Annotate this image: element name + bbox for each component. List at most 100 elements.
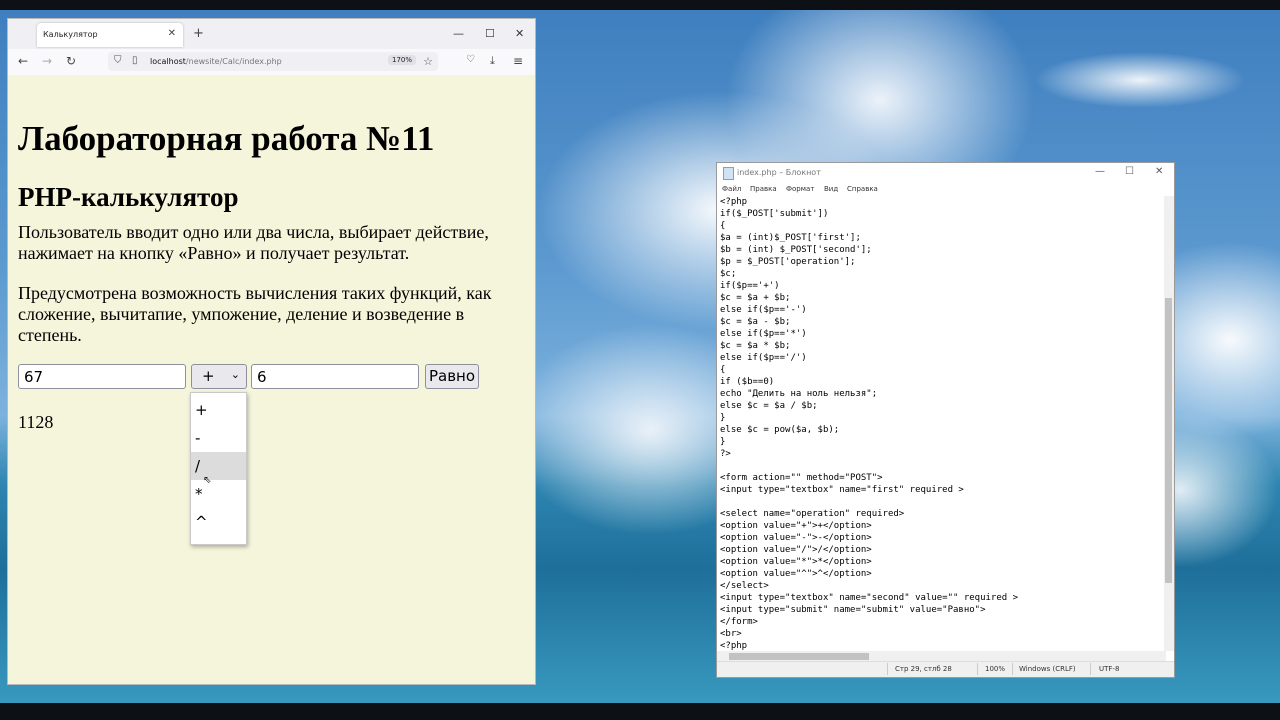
dropdown-option[interactable]: -: [191, 424, 246, 452]
code-line: $c = $a + $b;: [720, 293, 791, 303]
code-line: $p = $_POST['operation'];: [720, 257, 856, 267]
code-line: <option value="+">+</option>: [720, 521, 872, 531]
forward-arrow-icon[interactable]: →: [42, 54, 52, 68]
bookmark-star-icon[interactable]: ☆: [423, 55, 433, 68]
equals-button[interactable]: Равно: [425, 364, 479, 389]
code-line: </select>: [720, 581, 769, 591]
tab-close-icon[interactable]: ✕: [168, 28, 176, 39]
notepad-maximize-button[interactable]: ☐: [1125, 166, 1134, 177]
tab-title: Калькулятор: [43, 30, 98, 39]
code-line: if ($b==0): [720, 377, 775, 387]
page-subtitle: PHP-калькулятор: [18, 182, 239, 212]
navigation-bar: ← → ↻ ⛉ ▯ localhost/newsite/Calc/index.p…: [8, 49, 535, 76]
code-line: <br>: [720, 629, 742, 639]
code-line: }: [720, 413, 726, 423]
url-text: localhost/newsite/Calc/index.php: [150, 57, 282, 66]
code-line: </form>: [720, 617, 758, 627]
screen-top-bar: [0, 0, 1280, 10]
notepad-app-icon: [723, 167, 734, 180]
code-line: <option value="/">/</option>: [720, 545, 872, 555]
code-line: $c = $a * $b;: [720, 341, 791, 351]
notepad-window: index.php – Блокнот — ☐ ✕ Файл Правка Фо…: [716, 162, 1175, 678]
new-tab-button[interactable]: +: [193, 26, 204, 41]
url-host: localhost: [150, 57, 186, 66]
menu-file[interactable]: Файл: [722, 185, 741, 193]
notepad-minimize-button[interactable]: —: [1095, 166, 1105, 177]
dropdown-option[interactable]: /: [191, 452, 246, 480]
operation-select[interactable]: + ⌄: [191, 364, 247, 389]
browser-tab[interactable]: Калькулятор ✕: [37, 23, 183, 47]
back-arrow-icon[interactable]: ←: [18, 54, 28, 68]
zoom-level-badge[interactable]: 170%: [387, 55, 416, 65]
status-encoding: UTF-8: [1099, 665, 1120, 673]
status-separator: [977, 663, 978, 675]
vertical-scroll-thumb[interactable]: [1165, 298, 1172, 583]
code-line: $c = $a - $b;: [720, 317, 791, 327]
notepad-close-button[interactable]: ✕: [1155, 166, 1163, 177]
horizontal-scroll-thumb[interactable]: [729, 653, 869, 660]
code-line: ?>: [720, 449, 731, 459]
dropdown-option[interactable]: +: [191, 396, 246, 424]
code-line: else if($p=='/'): [720, 353, 807, 363]
code-line: <option value="*">*</option>: [720, 557, 872, 567]
status-separator: [1090, 663, 1091, 675]
description-paragraph-2: Предусмотрена возможность вычисления так…: [18, 283, 492, 345]
horizontal-scrollbar[interactable]: [717, 651, 1166, 661]
code-line: <?php: [720, 641, 748, 651]
code-line: <option value="-">-</option>: [720, 533, 872, 543]
reload-icon[interactable]: ↻: [66, 54, 76, 68]
code-line: <input type="textbox" name="first" requi…: [720, 485, 964, 495]
notepad-title-bar: index.php – Блокнот — ☐ ✕: [717, 163, 1174, 183]
address-bar[interactable]: ⛉ ▯ localhost/newsite/Calc/index.php 170…: [108, 52, 438, 71]
maximize-button[interactable]: ☐: [485, 27, 495, 40]
code-line: {: [720, 365, 726, 375]
notepad-title: index.php – Блокнот: [737, 168, 821, 177]
notepad-text-area[interactable]: <?php if($_POST['submit']) { $a = (int)$_PO…: [720, 196, 1160, 651]
chevron-down-icon: ⌄: [230, 368, 240, 381]
browser-window: Калькулятор ✕ + — ☐ ✕ ← → ↻ ⛉ ▯ localhos…: [7, 18, 536, 685]
code-line: if($_POST['submit']): [720, 209, 829, 219]
minimize-button[interactable]: —: [453, 27, 464, 40]
code-line: $a = (int)$_POST['first'];: [720, 233, 861, 243]
operation-dropdown-list: + - / * ^ ⇖: [190, 392, 247, 545]
menu-edit[interactable]: Правка: [750, 185, 777, 193]
pocket-icon[interactable]: ♡: [466, 54, 475, 65]
code-line: {: [720, 221, 726, 231]
vertical-scrollbar[interactable]: [1164, 196, 1174, 651]
status-line-endings: Windows (CRLF): [1019, 665, 1076, 673]
page-content: Лабораторная работа №11 PHP-калькулятор …: [8, 75, 535, 684]
code-line: echo "Делить на ноль нельзя";: [720, 389, 878, 399]
code-line: <?php: [720, 197, 748, 207]
dropdown-options: + - / * ^: [191, 393, 246, 536]
code-line: if($p=='+'): [720, 281, 780, 291]
calculation-result: 1128: [18, 412, 54, 432]
notepad-menu-bar: Файл Правка Формат Вид Справка: [717, 183, 1174, 196]
code-line: <form action="" method="POST">: [720, 473, 883, 483]
menu-format[interactable]: Формат: [786, 185, 814, 193]
menu-help[interactable]: Справка: [847, 185, 878, 193]
page-title: Лабораторная работа №11: [18, 119, 435, 158]
notepad-status-bar: Стр 29, стлб 28 100% Windows (CRLF) UTF-…: [717, 661, 1174, 677]
menu-icon[interactable]: ≡: [513, 54, 523, 68]
downloads-icon[interactable]: ⤓: [490, 54, 495, 68]
code-line: else $c = pow($a, $b);: [720, 425, 840, 435]
status-separator: [887, 663, 888, 675]
dropdown-option[interactable]: ^: [191, 508, 246, 536]
first-number-input[interactable]: 67: [18, 364, 186, 389]
window-close-button[interactable]: ✕: [515, 27, 524, 40]
code-line: $c;: [720, 269, 737, 279]
code-line: <select name="operation" required>: [720, 509, 905, 519]
code-line: <input type="textbox" name="second" valu…: [720, 593, 1019, 603]
dropdown-option[interactable]: *: [191, 480, 246, 508]
menu-view[interactable]: Вид: [824, 185, 838, 193]
shield-icon[interactable]: ⛉: [114, 55, 122, 66]
second-number-input[interactable]: 6: [251, 364, 419, 389]
status-cursor-position: Стр 29, стлб 28: [895, 665, 952, 673]
code-line: <option value="^">^</option>: [720, 569, 872, 579]
operation-selected-value: +: [202, 367, 215, 385]
page-info-icon[interactable]: ▯: [132, 55, 138, 66]
url-path: /newsite/Calc/index.php: [185, 57, 282, 66]
description-paragraph-1: Пользователь вводит одно или два числа, …: [18, 222, 489, 263]
code-line: else if($p=='-'): [720, 305, 807, 315]
